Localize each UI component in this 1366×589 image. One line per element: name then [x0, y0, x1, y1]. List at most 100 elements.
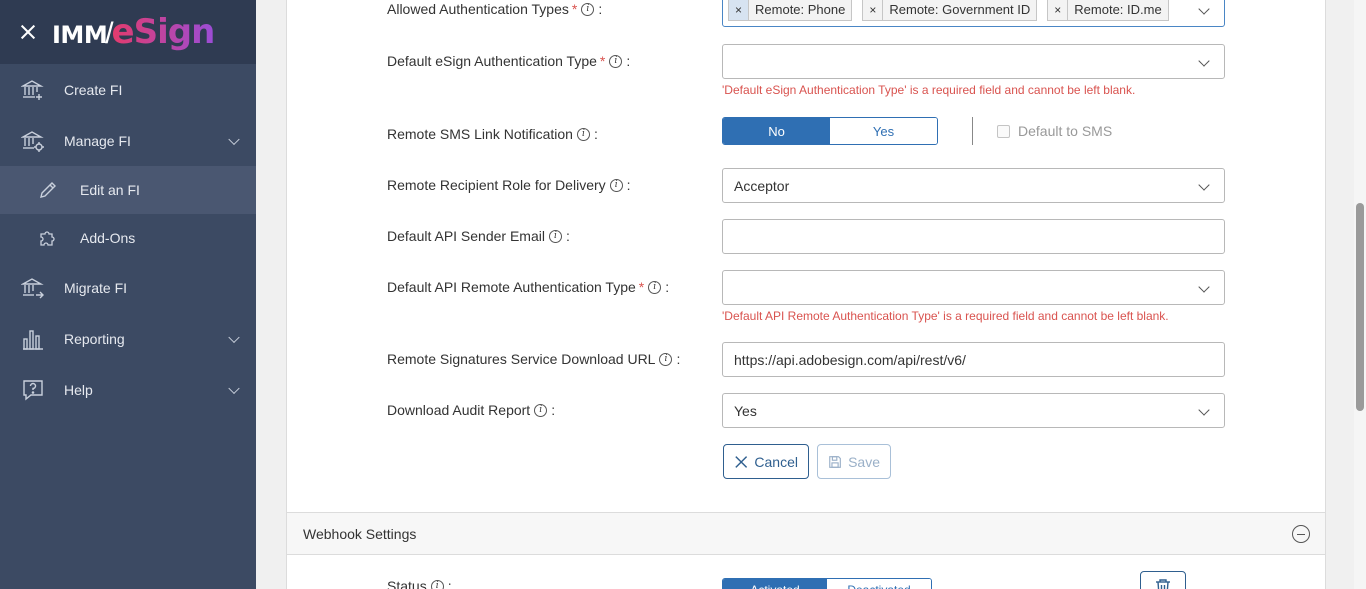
default-esign-auth-row: Default eSign Authentication Type * i : — [387, 53, 630, 69]
api-sender-email-label: Default API Sender Email — [387, 228, 545, 244]
info-icon[interactable]: i — [609, 178, 623, 192]
allowed-auth-row: Allowed Authentication Types * i : — [387, 1, 602, 17]
trash-icon — [1156, 579, 1170, 589]
bank-arrow-icon — [20, 275, 46, 301]
download-url-input[interactable]: https://api.adobesign.com/api/rest/v6/ — [722, 342, 1225, 377]
audit-report-label: Download Audit Report — [387, 402, 531, 418]
remote-sms-row: Remote SMS Link Notification i : — [387, 126, 598, 142]
allowed-auth-label: Allowed Authentication Types — [387, 1, 569, 17]
label-colon: : — [665, 279, 670, 295]
download-url-row: Remote Signatures Service Download URL i… — [387, 351, 680, 367]
sidebar-item-label: Help — [64, 381, 93, 398]
status-activated-option[interactable]: Activated — [723, 579, 827, 589]
remote-sms-toggle: No Yes — [722, 117, 938, 145]
sidebar-item-help[interactable]: Help — [0, 364, 256, 415]
scrollbar-thumb[interactable] — [1356, 203, 1364, 411]
webhook-settings-title: Webhook Settings — [303, 525, 417, 542]
chevron-down-icon — [228, 331, 240, 343]
label-colon: : — [626, 177, 631, 193]
tag-label: Remote: Phone — [755, 2, 846, 17]
remove-tag-icon[interactable]: × — [1048, 0, 1069, 20]
info-icon[interactable]: i — [609, 54, 623, 68]
sidebar-item-manage-fi[interactable]: Manage FI — [0, 115, 256, 166]
download-url-label: Remote Signatures Service Download URL — [387, 351, 656, 367]
required-marker: * — [638, 279, 645, 295]
allowed-auth-multiselect[interactable]: × Remote: Phone × Remote: Government ID … — [722, 0, 1225, 27]
recipient-role-row: Remote Recipient Role for Delivery i : — [387, 177, 631, 193]
close-sidebar-icon[interactable] — [18, 22, 38, 42]
label-colon: : — [447, 578, 452, 589]
audit-report-select[interactable]: Yes — [722, 393, 1225, 428]
logo-esign: eSign — [111, 12, 216, 52]
label-colon: : — [565, 228, 570, 244]
sidebar-item-label: Migrate FI — [64, 279, 128, 296]
remove-tag-icon[interactable]: × — [729, 0, 750, 20]
sidebar-item-label: Reporting — [64, 330, 125, 347]
webhook-status-row: Status i : — [387, 578, 452, 589]
remote-sms-label: Remote SMS Link Notification — [387, 126, 573, 142]
divider — [972, 117, 973, 145]
checkbox-box[interactable] — [997, 124, 1010, 138]
info-icon[interactable]: i — [548, 229, 562, 243]
bank-add-icon — [20, 77, 46, 103]
sidebar-item-migrate-fi[interactable]: Migrate FI — [0, 262, 256, 313]
required-marker: * — [571, 1, 578, 17]
sidebar-item-label: Edit an FI — [80, 182, 140, 198]
status-deactivated-option[interactable]: Deactivated — [827, 579, 931, 589]
cancel-button[interactable]: Cancel — [723, 444, 809, 479]
default-to-sms-label: Default to SMS — [1018, 123, 1113, 139]
settings-card: Allowed Authentication Types * i : × Rem… — [286, 0, 1326, 589]
sms-no-option[interactable]: No — [723, 118, 830, 144]
default-esign-auth-error: 'Default eSign Authentication Type' is a… — [722, 83, 1136, 97]
vertical-scrollbar[interactable] — [1354, 0, 1366, 589]
default-esign-auth-select[interactable] — [722, 44, 1225, 79]
chevron-down-icon — [228, 382, 240, 394]
sidebar-item-edit-fi[interactable]: Edit an FI — [0, 166, 256, 214]
chevron-down-icon — [228, 133, 240, 145]
collapse-icon[interactable] — [1292, 525, 1310, 543]
recipient-role-label: Remote Recipient Role for Delivery — [387, 177, 606, 193]
api-sender-email-input[interactable] — [722, 219, 1225, 254]
info-icon[interactable]: i — [534, 403, 548, 417]
label-colon: : — [598, 1, 603, 17]
info-icon[interactable]: i — [581, 2, 595, 16]
info-icon[interactable]: i — [659, 352, 673, 366]
auth-tag: × Remote: Government ID — [862, 0, 1038, 21]
info-icon[interactable]: i — [648, 280, 662, 294]
label-colon: : — [676, 351, 681, 367]
logo-imm: IMM — [52, 21, 108, 49]
sms-yes-option[interactable]: Yes — [830, 118, 937, 144]
save-label: Save — [848, 453, 880, 470]
pencil-icon — [38, 180, 58, 200]
required-marker: * — [599, 53, 606, 69]
api-remote-auth-error: 'Default API Remote Authentication Type'… — [722, 309, 1169, 323]
label-colon: : — [551, 402, 556, 418]
recipient-role-select[interactable]: Acceptor — [722, 168, 1225, 203]
auth-tag: × Remote: Phone — [728, 0, 853, 21]
close-icon — [735, 455, 748, 468]
audit-report-row: Download Audit Report i : — [387, 402, 555, 418]
label-colon: : — [593, 126, 598, 142]
sidebar-item-create-fi[interactable]: Create FI — [0, 64, 256, 115]
remove-tag-icon[interactable]: × — [863, 0, 884, 20]
info-icon[interactable]: i — [576, 127, 590, 141]
api-sender-email-row: Default API Sender Email i : — [387, 228, 570, 244]
logo-bar: IMM / eSign — [0, 0, 256, 64]
save-button[interactable]: Save — [817, 444, 891, 479]
info-icon[interactable]: i — [430, 579, 444, 589]
api-remote-auth-select[interactable] — [722, 270, 1225, 305]
webhook-settings-header[interactable]: Webhook Settings — [287, 512, 1325, 555]
bar-chart-icon — [20, 326, 46, 352]
webhook-status-label: Status — [387, 578, 427, 589]
label-colon: : — [626, 53, 631, 69]
delete-webhook-button[interactable] — [1140, 571, 1186, 589]
webhook-status-toggle: Activated Deactivated — [722, 578, 932, 589]
default-esign-auth-label: Default eSign Authentication Type — [387, 53, 597, 69]
app-logo: IMM / eSign — [52, 12, 216, 52]
sidebar-item-reporting[interactable]: Reporting — [0, 313, 256, 364]
sidebar-item-add-ons[interactable]: Add-Ons — [0, 214, 256, 262]
sidebar-item-label: Add-Ons — [80, 230, 136, 246]
default-to-sms-checkbox[interactable]: Default to SMS — [997, 123, 1112, 139]
bank-gear-icon — [20, 128, 46, 154]
cancel-label: Cancel — [754, 453, 798, 470]
